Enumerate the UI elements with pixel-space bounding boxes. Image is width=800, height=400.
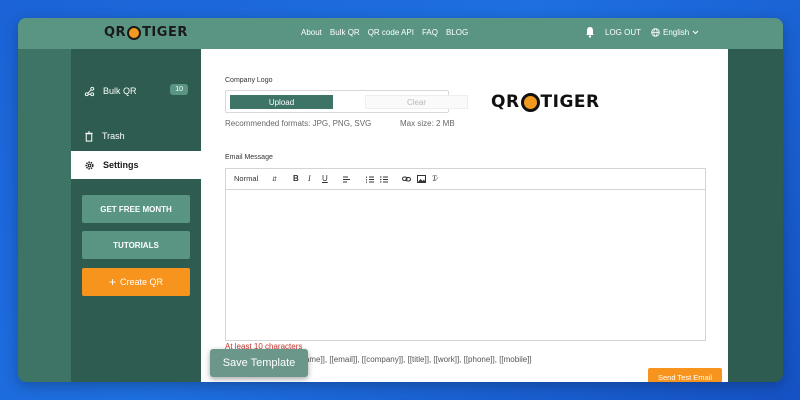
logo-text-left: QR xyxy=(104,25,127,40)
company-logo-label: Company Logo xyxy=(225,77,273,84)
clear-format-icon[interactable]: T̷ xyxy=(432,174,436,183)
send-test-email-button[interactable]: Send Test Email xyxy=(648,368,722,382)
bell-icon[interactable] xyxy=(585,26,595,38)
underline-icon[interactable]: U xyxy=(322,174,328,183)
logo-preview: QR TIGER xyxy=(491,92,600,112)
preview-text-left: QR xyxy=(491,92,520,112)
format-select-value: Normal xyxy=(234,174,259,183)
nav-about[interactable]: About xyxy=(301,28,322,37)
email-editor: Normal ⇵ B I U T̷ xyxy=(225,168,706,341)
format-select-arrows-icon: ⇵ xyxy=(272,177,278,183)
sidebar-item-bulk-qr[interactable]: Bulk QR 10 xyxy=(71,77,201,105)
globe-icon xyxy=(651,27,660,37)
bullet-list-icon[interactable] xyxy=(380,176,388,183)
format-select[interactable]: Normal xyxy=(234,174,258,183)
top-bar: QR TIGER About Bulk QR QR code API FAQ B… xyxy=(18,18,783,49)
italic-icon[interactable]: I xyxy=(308,174,311,183)
tiger-icon xyxy=(127,25,142,40)
logo-upload-box: Upload Clear xyxy=(225,90,468,113)
qr-tiger-logo[interactable]: QR TIGER xyxy=(104,25,188,40)
tutorials-button[interactable]: TUTORIALS xyxy=(82,231,190,259)
tiger-icon xyxy=(520,92,540,112)
clear-button[interactable]: Clear xyxy=(365,95,468,109)
logo-text-right: TIGER xyxy=(142,25,188,40)
align-icon[interactable] xyxy=(343,176,351,183)
email-body-input[interactable] xyxy=(226,190,705,341)
sidebar-item-trash[interactable]: Trash xyxy=(71,122,201,150)
chevron-down-icon xyxy=(692,30,699,34)
sidebar-item-label: Trash xyxy=(102,131,125,141)
upload-button[interactable]: Upload xyxy=(230,95,333,109)
nav-qr-code-api[interactable]: QR code API xyxy=(368,28,414,37)
bulk-qr-count-badge: 10 xyxy=(170,84,188,95)
link-icon[interactable] xyxy=(402,175,411,183)
sidebar: Bulk QR 10 Trash Settings GET FREE MONTH… xyxy=(71,49,201,382)
ordered-list-icon[interactable] xyxy=(366,176,374,183)
bulk-qr-icon xyxy=(84,86,95,96)
nav-faq[interactable]: FAQ xyxy=(422,28,438,37)
max-size-note: Max size: 2 MB xyxy=(400,119,455,128)
language-selector[interactable]: English xyxy=(651,28,699,37)
get-free-month-button[interactable]: GET FREE MONTH xyxy=(82,195,190,223)
save-template-button[interactable]: Save Template xyxy=(210,349,308,377)
nav-blog[interactable]: BLOG xyxy=(446,28,468,37)
sidebar-item-label: Bulk QR xyxy=(103,86,137,96)
sidebar-item-settings[interactable]: Settings xyxy=(71,151,201,179)
app-window: QR TIGER About Bulk QR QR code API FAQ B… xyxy=(18,18,783,382)
bold-icon[interactable]: B xyxy=(293,174,299,183)
create-qr-label: Create QR xyxy=(120,277,164,287)
email-message-label: Email Message xyxy=(225,154,273,161)
editor-toolbar: Normal ⇵ B I U T̷ xyxy=(226,169,705,190)
sidebar-item-label: Settings xyxy=(103,160,139,170)
preview-text-right: TIGER xyxy=(540,92,600,112)
create-qr-button[interactable]: + Create QR xyxy=(82,268,190,296)
main-nav: About Bulk QR QR code API FAQ BLOG xyxy=(301,28,468,37)
gear-icon xyxy=(85,160,94,170)
settings-panel: Company Logo Upload Clear Recommended fo… xyxy=(201,49,728,382)
header-actions: LOG OUT English xyxy=(585,26,699,38)
language-label: English xyxy=(663,27,690,37)
nav-bulk-qr[interactable]: Bulk QR xyxy=(330,28,360,37)
plus-icon: + xyxy=(108,275,116,289)
recommended-formats-note: Recommended formats: JPG, PNG, SVG xyxy=(225,119,372,128)
logout-link[interactable]: LOG OUT xyxy=(605,28,641,37)
right-margin-panel xyxy=(728,49,783,382)
trash-icon xyxy=(85,130,93,142)
image-icon[interactable] xyxy=(417,175,426,183)
